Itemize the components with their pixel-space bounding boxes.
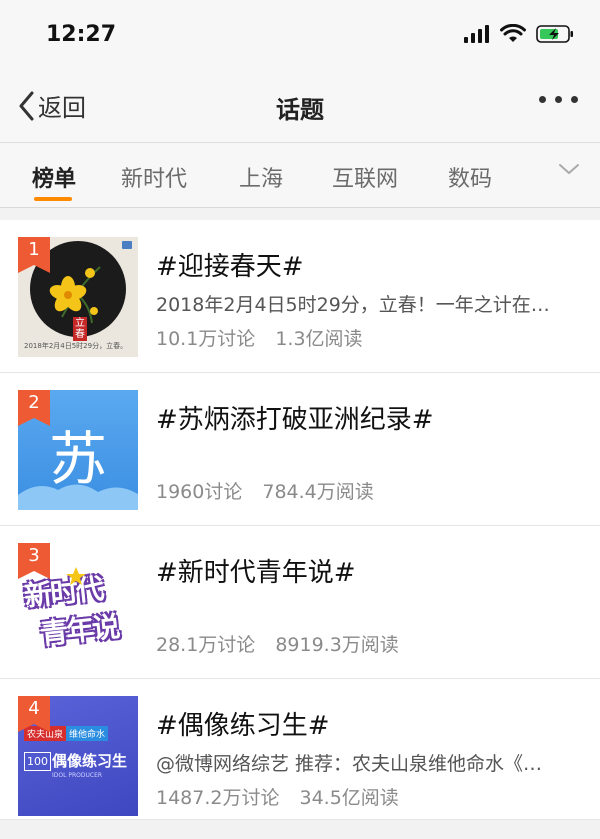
topic-row[interactable]: 农夫山泉 维他命水 100 偶像练习生 IDOL PRODUCER 4 #偶像练…	[0, 679, 600, 820]
active-tab-indicator	[34, 197, 72, 201]
status-time: 12:27	[46, 22, 117, 47]
discussion-count: 1960讨论	[156, 481, 243, 503]
chevron-down-icon[interactable]	[558, 162, 580, 176]
topic-stats: 1960讨论 784.4万阅读	[156, 477, 374, 504]
topic-title[interactable]: #苏炳添打破亚洲纪录#	[156, 399, 434, 436]
read-count: 34.5亿阅读	[299, 787, 399, 809]
topic-stats: 1487.2万讨论 34.5亿阅读	[156, 783, 399, 810]
topic-stats: 28.1万讨论 8919.3万阅读	[156, 630, 399, 657]
rank-badge: 3	[18, 543, 54, 579]
page-title: 话题	[276, 96, 324, 124]
topic-description: @微博网络综艺 推荐：农夫山泉维他命水《…	[156, 753, 543, 775]
tab-new-era[interactable]: 新时代	[121, 161, 187, 193]
topic-stats: 10.1万讨论 1.3亿阅读	[156, 324, 363, 351]
tab-shanghai[interactable]: 上海	[239, 161, 283, 193]
rank-badge: 1	[18, 237, 54, 273]
status-icons	[464, 24, 574, 43]
thumb-en: IDOL PRODUCER	[52, 772, 103, 779]
navigation-bar: 返回 话题	[0, 70, 600, 143]
battery-icon	[536, 24, 573, 43]
topic-row[interactable]: 苏 2 #苏炳添打破亚洲纪录# 1960讨论 784.4万阅读	[0, 373, 600, 526]
category-tabs: 榜单 新时代 上海 互联网 数码	[0, 143, 600, 208]
thumb-show: 偶像练习生	[52, 752, 128, 770]
thumb-caption: 2018年2月4日5时29分，立春。	[24, 342, 128, 350]
topic-title[interactable]: #迎接春天#	[156, 246, 304, 283]
wifi-icon	[500, 24, 526, 42]
read-count: 784.4万阅读	[262, 481, 374, 503]
read-count: 8919.3万阅读	[275, 634, 399, 656]
discussion-count: 1487.2万讨论	[156, 787, 280, 809]
topic-description: 2018年2月4日5时29分，立春！一年之计在…	[156, 294, 550, 316]
rank-number: 4	[28, 698, 40, 719]
rank-number: 3	[28, 545, 40, 566]
rank-number: 1	[28, 239, 40, 260]
thumb-number: 100	[24, 752, 51, 771]
signal-icon	[464, 24, 489, 43]
rank-badge: 2	[18, 390, 54, 426]
thumb-sub: 维他命水	[66, 726, 109, 741]
discussion-count: 10.1万讨论	[156, 328, 256, 350]
discussion-count: 28.1万讨论	[156, 634, 256, 656]
more-dots-icon	[539, 96, 546, 103]
read-count: 1.3亿阅读	[275, 328, 363, 350]
topic-title[interactable]: #偶像练习生#	[156, 705, 330, 742]
thumb-stamp: 立春	[73, 317, 87, 341]
topic-row[interactable]: 新时代 青年说 3 #新时代青年说# 28.1万讨论 8919.3万阅读	[0, 526, 600, 679]
more-menu-button[interactable]	[539, 96, 578, 103]
topic-title[interactable]: #新时代青年说#	[156, 552, 356, 589]
tab-rankings[interactable]: 榜单	[32, 161, 76, 193]
rank-badge: 4	[18, 696, 54, 732]
topic-row[interactable]: 立春 2018年2月4日5时29分，立春。 1 #迎接春天# 2018年2月4日…	[0, 220, 600, 373]
status-bar: 12:27	[0, 0, 600, 70]
rank-number: 2	[28, 392, 40, 413]
tab-digital[interactable]: 数码	[448, 161, 492, 193]
tab-internet[interactable]: 互联网	[332, 161, 398, 193]
topic-list: 立春 2018年2月4日5时29分，立春。 1 #迎接春天# 2018年2月4日…	[0, 220, 600, 820]
